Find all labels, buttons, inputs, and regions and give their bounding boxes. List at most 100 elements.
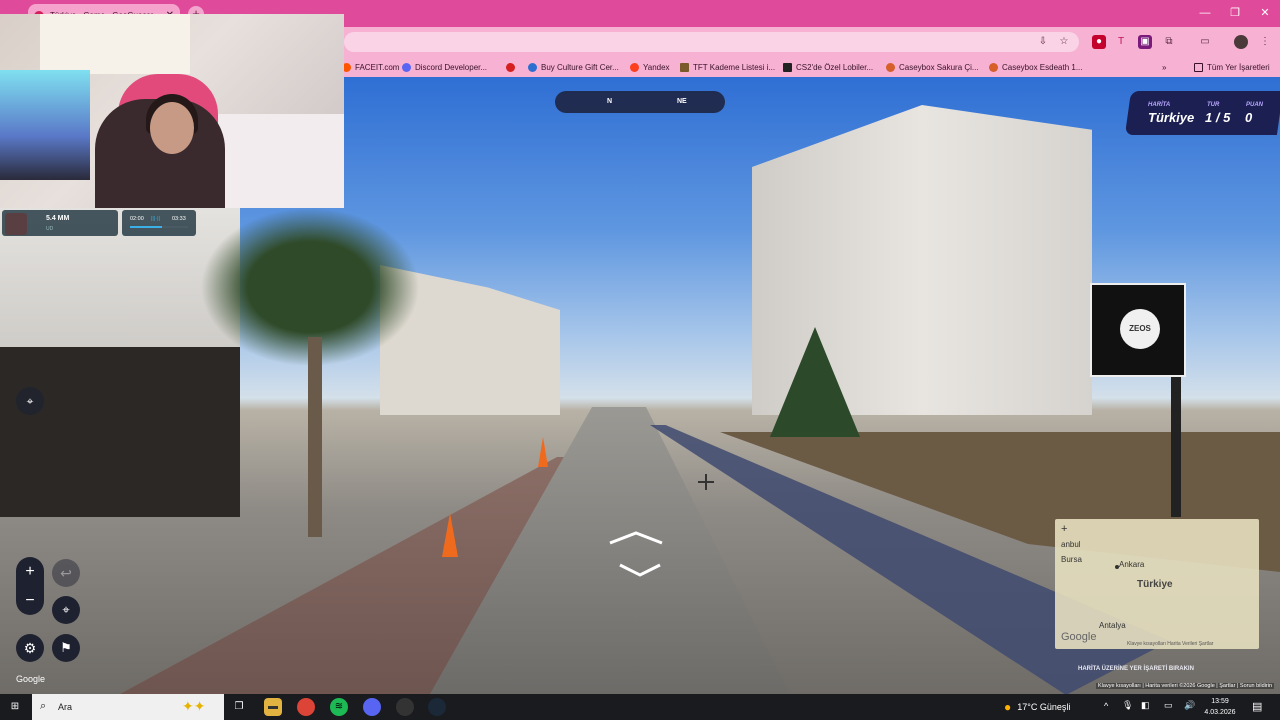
map-value: Türkiye	[1148, 110, 1195, 125]
volume-icon[interactable]: 🔊	[1184, 700, 1195, 711]
room-window	[40, 14, 190, 74]
system-clock[interactable]: 13:59 4.03.2026	[1204, 696, 1236, 718]
discord-icon[interactable]	[363, 698, 381, 716]
weather-widget[interactable]: ● 17°C Güneşli	[1004, 700, 1070, 714]
gaming-pc	[0, 70, 90, 180]
culture-icon	[528, 63, 537, 72]
bookmark-item[interactable]: Yandex	[630, 61, 670, 74]
minimap-zoom-button[interactable]: +	[1061, 523, 1067, 535]
map-attribution: Klavye kısayolları | Harita verileri ©20…	[1096, 683, 1275, 689]
chrome-icon[interactable]	[297, 698, 315, 716]
install-icon[interactable]: ⇩	[1036, 35, 1050, 49]
bookmark-item[interactable]: Caseybox Esdeath 1...	[989, 61, 1083, 74]
all-bookmarks-button[interactable]: Tüm Yer İşaretleri	[1194, 61, 1270, 74]
spotify-icon[interactable]: ≋	[330, 698, 348, 716]
minimize-button[interactable]: —	[1190, 0, 1220, 27]
stat-card: 5.4 MM UD	[2, 210, 118, 236]
bars-icon: |||·||	[151, 216, 160, 222]
palm-trunk	[308, 337, 322, 537]
bed	[210, 114, 344, 208]
webcam-overlay	[0, 14, 344, 208]
undo-button[interactable]: ↩	[52, 559, 80, 587]
sidepanel-icon[interactable]: ▭	[1198, 35, 1212, 49]
compass-n: N	[607, 98, 613, 105]
minimap-google-logo: Google	[1061, 631, 1097, 643]
traffic-cone	[442, 513, 458, 557]
weather-text: 17°C Güneşli	[1017, 702, 1071, 712]
bookmark-item[interactable]: Discord Developer...	[402, 61, 487, 74]
bookmark-item[interactable]	[506, 61, 519, 74]
tft-icon	[680, 63, 689, 72]
stat-value: 5.4 MM	[46, 215, 70, 222]
restore-button[interactable]: ❐	[1220, 0, 1250, 27]
bookmark-item[interactable]: Buy Culture Gift Cer...	[528, 61, 619, 74]
zoom-in-button[interactable]: +	[16, 557, 44, 586]
cafe-storefront	[0, 347, 240, 517]
bookmark-item[interactable]: Caseybox Sakura Çi...	[886, 61, 979, 74]
map-city-label: anbul	[1061, 540, 1081, 549]
search-placeholder: Ara	[58, 702, 73, 712]
stat-unit: UD	[46, 226, 54, 232]
sign-pole	[1171, 377, 1181, 517]
avatar	[5, 213, 27, 235]
timer-end: 03:33	[172, 216, 186, 222]
score-label: PUAN	[1246, 102, 1264, 108]
streamer-face	[150, 102, 194, 154]
map-city-label: Bursa	[1061, 555, 1082, 564]
bookmarks-overflow-button[interactable]: »	[1162, 61, 1166, 74]
close-window-button[interactable]: ✕	[1250, 0, 1280, 27]
microphone-icon[interactable]: 🎙	[1122, 700, 1133, 711]
compass-ne: NE	[677, 98, 687, 105]
minimap-footer: Klavye kısayolları Harita Verileri Şartl…	[1127, 641, 1214, 647]
taskbar: ⊞ ⌕ Ara ✦✦ ❐ ▬ ≋ ● 17°C Güneşli ^ 🎙 ◧ ▭ …	[0, 694, 1280, 720]
timer-progress-fill	[130, 226, 162, 228]
traffic-cone	[538, 437, 548, 467]
extension-icon[interactable]: ▣	[1138, 35, 1152, 49]
score-value: 0	[1245, 110, 1253, 125]
windows-start-icon[interactable]: ⊞	[6, 698, 24, 716]
map-country-label: Türkiye	[1137, 579, 1173, 590]
zoom-control: + −	[16, 557, 44, 615]
move-forward-arrow[interactable]	[606, 529, 666, 577]
extension-icon[interactable]: ●	[1092, 35, 1106, 49]
obs-icon[interactable]	[396, 698, 414, 716]
caseybox-icon	[886, 63, 895, 72]
bookmark-item[interactable]: TFT Kademe Listesi i...	[680, 61, 775, 74]
bookmark-icon	[506, 63, 515, 72]
search-icon: ⌕	[40, 700, 47, 712]
profile-avatar[interactable]	[1234, 35, 1248, 49]
discord-icon	[402, 63, 411, 72]
zoom-out-button[interactable]: −	[16, 586, 44, 615]
taskbar-search[interactable]: ⌕ Ara ✦✦	[32, 694, 224, 720]
copilot-sparkle-icon: ✦✦	[182, 698, 206, 714]
puzzle-icon[interactable]: ⧉	[1162, 35, 1176, 49]
settings-gear-icon[interactable]: ⚙	[16, 634, 44, 662]
notifications-icon[interactable]: ▤	[1252, 700, 1262, 713]
compass[interactable]: N NE	[555, 91, 725, 113]
caseybox-icon	[989, 63, 998, 72]
guess-minimap[interactable]: + anbul Bursa Ankara Antalya Türkiye Goo…	[1055, 519, 1259, 649]
star-icon[interactable]: ☆	[1057, 35, 1071, 49]
flag-icon[interactable]: ⚑	[52, 634, 80, 662]
steam-icon[interactable]	[428, 698, 446, 716]
google-logo: Google	[16, 674, 46, 684]
round-label: TUR	[1207, 102, 1220, 108]
return-to-start-icon[interactable]: ⌖	[16, 387, 44, 415]
task-view-icon[interactable]: ❐	[230, 698, 248, 716]
file-explorer-icon[interactable]: ▬	[264, 698, 282, 716]
folder-icon	[1194, 63, 1203, 72]
map-city-label: Antalya	[1099, 621, 1126, 630]
clock-date: 4.03.2026	[1204, 709, 1236, 716]
map-city-label: Ankara	[1119, 560, 1145, 569]
timer-start: 02:00	[130, 216, 144, 222]
checkpoint-icon[interactable]: ⌖	[52, 596, 80, 624]
menu-kebab-icon[interactable]: ⋮	[1258, 35, 1272, 49]
timer-card: 02:00 |||·|| 03:33	[122, 210, 196, 236]
omnibox[interactable]	[344, 32, 1079, 52]
network-icon[interactable]: ▭	[1164, 700, 1173, 711]
chevron-up-icon[interactable]: ^	[1104, 701, 1108, 711]
tray-icon[interactable]: ◧	[1141, 700, 1150, 711]
bookmark-item[interactable]: FACEIT.com	[342, 61, 399, 74]
extension-icon[interactable]: T	[1114, 35, 1128, 49]
bookmark-item[interactable]: CS2'de Özel Lobiler...	[783, 61, 873, 74]
